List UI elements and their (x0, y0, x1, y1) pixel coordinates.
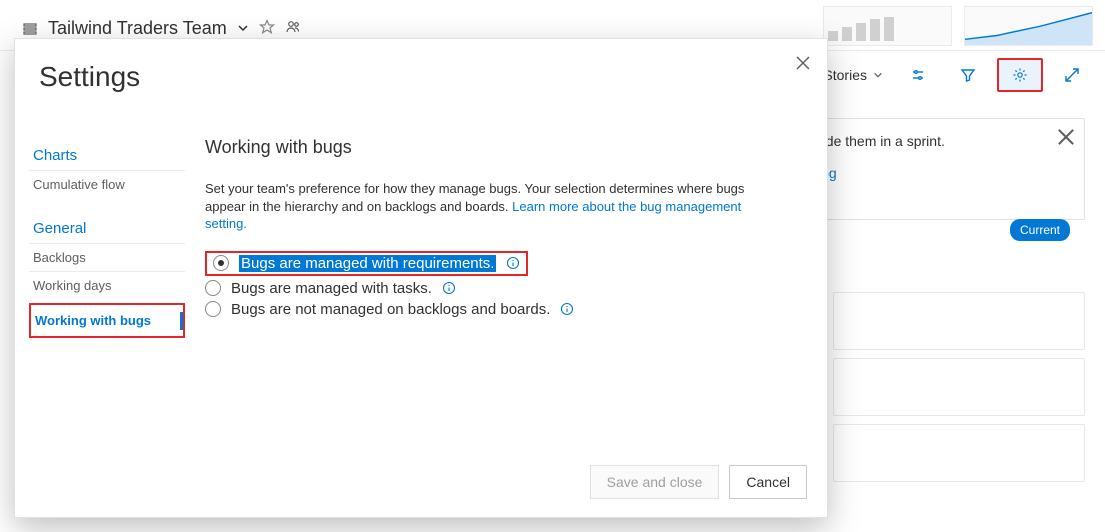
radio-input[interactable] (205, 301, 221, 317)
panel-description: Set your team's preference for how they … (205, 180, 765, 233)
chevron-down-icon (237, 21, 249, 37)
sprint-info-card: ude them in a sprint. log Current (801, 118, 1085, 220)
page-toolbar: Stories (795, 56, 1093, 94)
info-icon[interactable] (560, 302, 574, 316)
radio-option-requirements-highlight: Bugs are managed with requirements. (205, 251, 528, 276)
header-minicharts (823, 6, 1093, 46)
dialog-close-button[interactable] (789, 49, 817, 77)
sidebar-item-working-with-bugs[interactable]: Working with bugs (31, 307, 178, 334)
favorite-star-icon[interactable] (259, 19, 275, 38)
radio-option-requirements[interactable]: Bugs are managed with requirements. (205, 249, 807, 278)
radio-option-not-managed[interactable]: Bugs are not managed on backlogs and boa… (205, 299, 807, 320)
mini-area-chart[interactable] (964, 6, 1093, 46)
settings-dialog: Settings Charts Cumulative flow General … (14, 38, 828, 518)
dialog-title: Settings (39, 61, 140, 93)
mini-bar-chart[interactable] (823, 6, 952, 46)
team-icon (22, 21, 38, 37)
sprint-row-placeholder (833, 358, 1085, 416)
settings-gear-button[interactable] (997, 58, 1043, 92)
panel-title: Working with bugs (205, 137, 807, 158)
radio-input-checked[interactable] (213, 255, 229, 271)
sidebar-selection-indicator (180, 312, 183, 330)
team-breadcrumb[interactable]: Tailwind Traders Team (22, 18, 301, 39)
current-sprint-badge: Current (1010, 219, 1070, 241)
radio-option-tasks[interactable]: Bugs are managed with tasks. (205, 278, 807, 299)
sidebar-item-working-days[interactable]: Working days (29, 271, 185, 299)
sprint-row-placeholder (833, 292, 1085, 350)
radio-input[interactable] (205, 280, 221, 296)
sidebar-item-working-with-bugs-highlight: Working with bugs (29, 303, 185, 338)
backlog-level-label: Stories (823, 67, 867, 83)
card-text-fragment: ude them in a sprint. (818, 133, 1068, 149)
sidebar-section-charts[interactable]: Charts (33, 147, 185, 164)
dialog-sidebar: Charts Cumulative flow General Backlogs … (29, 137, 185, 338)
dialog-footer: Save and close Cancel (590, 465, 807, 499)
team-members-icon[interactable] (285, 19, 301, 38)
sidebar-item-backlogs[interactable]: Backlogs (29, 243, 185, 271)
dialog-main-panel: Working with bugs Set your team's prefer… (205, 137, 807, 445)
radio-label: Bugs are managed with requirements. (239, 255, 496, 272)
column-options-button[interactable] (897, 60, 939, 90)
save-and-close-button[interactable]: Save and close (590, 465, 720, 499)
team-name: Tailwind Traders Team (48, 18, 227, 39)
sidebar-section-general[interactable]: General (33, 220, 185, 237)
filter-button[interactable] (947, 60, 989, 90)
bug-management-radio-group: Bugs are managed with requirements. Bugs… (205, 249, 807, 320)
fullscreen-button[interactable] (1051, 60, 1093, 90)
sprint-row-placeholder (833, 424, 1085, 482)
info-icon[interactable] (506, 256, 520, 270)
info-icon[interactable] (442, 281, 456, 295)
radio-label: Bugs are not managed on backlogs and boa… (231, 301, 550, 318)
radio-label: Bugs are managed with tasks. (231, 280, 432, 297)
chevron-down-icon (873, 67, 883, 83)
close-icon[interactable] (1056, 127, 1076, 147)
sidebar-item-cumulative-flow[interactable]: Cumulative flow (29, 170, 185, 198)
cancel-button[interactable]: Cancel (729, 465, 807, 499)
